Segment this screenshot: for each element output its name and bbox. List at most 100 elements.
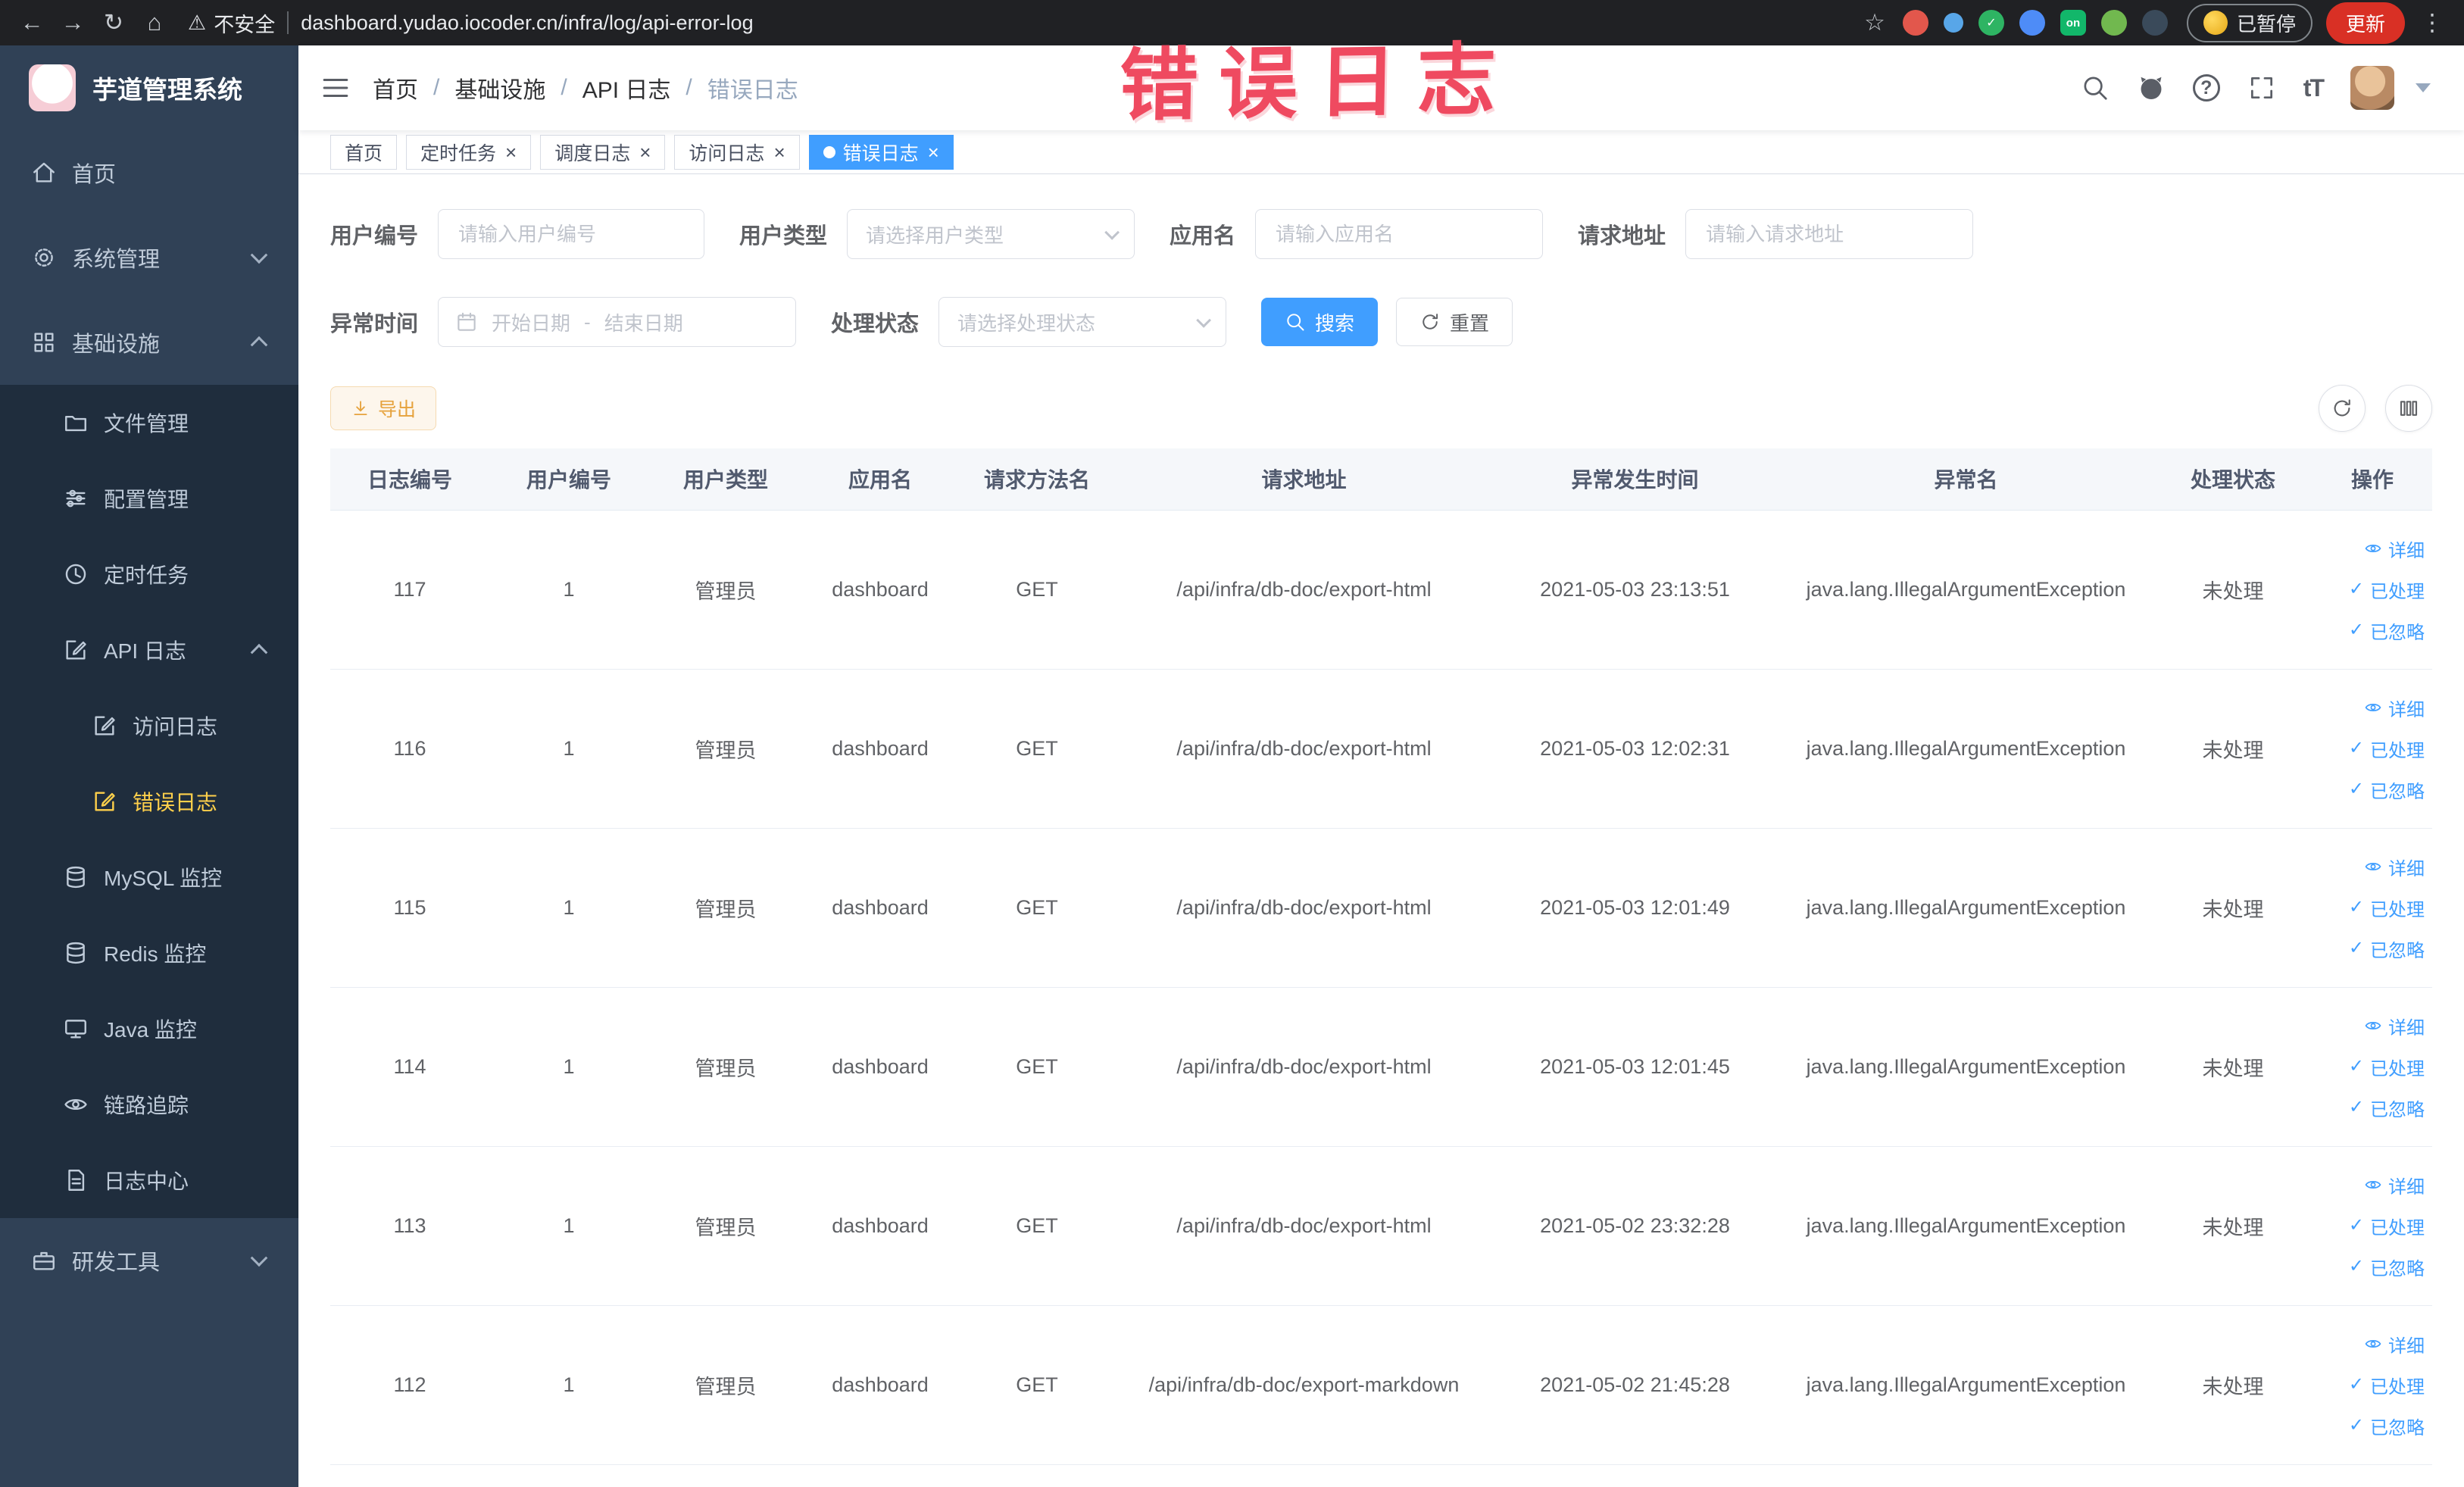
font-size-icon[interactable]: tT [2303,74,2325,102]
user-type-select[interactable]: 请选择用户类型 [847,209,1135,259]
close-icon[interactable]: × [773,142,785,162]
extension-icon-green-leaf[interactable] [2100,10,2127,36]
reset-button[interactable]: 重置 [1396,298,1513,346]
sidebar-item-home[interactable]: 首页 [0,130,298,215]
row-action-detail[interactable]: 详细 [2313,687,2425,728]
main-panel: 首页 / 基础设施 / API 日志 / 错误日志 ? tT 首页 定时任务 ×… [298,45,2464,1487]
row-action-ignore[interactable]: ✓ 已忽略 [2313,769,2425,810]
url-text: dashboard.yudao.iocoder.cn/infra/log/api… [301,11,754,34]
close-icon[interactable]: × [928,142,939,162]
cell-exception-time: 2021-05-03 12:01:45 [1491,987,1779,1147]
header-search-icon[interactable] [2081,73,2110,102]
user-avatar[interactable] [2350,66,2394,110]
sidebar-item-java-monitor[interactable]: Java 监控 [0,991,298,1067]
bookmark-star-icon[interactable]: ☆ [1857,5,1893,41]
extension-icon-blue-grid[interactable] [2019,10,2045,36]
sidebar-item-scheduled-jobs[interactable]: 定时任务 [0,536,298,612]
table-columns-button[interactable] [2385,385,2432,432]
action-label: 已处理 [2370,1217,2425,1239]
extension-icon-red[interactable] [1902,10,1928,36]
cell-request-url: /api/infra/db-doc/export-html [1116,828,1491,988]
extension-icon-blue-dot[interactable] [1943,13,1963,33]
export-button[interactable]: 导出 [330,386,437,430]
col-user-id: 用户编号 [489,448,648,511]
row-action-ignore[interactable]: ✓ 已忽略 [2313,610,2425,651]
row-action-ignore[interactable]: ✓ 已忽略 [2313,1087,2425,1128]
cell-exception-time: 2021-05-02 23:32:28 [1491,1146,1779,1306]
back-icon[interactable]: ← [14,5,50,41]
row-action-detail[interactable]: 详细 [2313,1323,2425,1364]
row-action-detail[interactable]: 详细 [2313,528,2425,569]
tab-scheduled-jobs[interactable]: 定时任务 × [406,134,532,170]
extension-icon-paw[interactable] [2141,10,2168,36]
browser-update-button[interactable]: 更新 [2325,2,2405,44]
browser-menu-kebab-icon[interactable]: ⋮ [2414,5,2450,41]
hamburger-menu-icon[interactable] [320,72,351,104]
row-action-ignore[interactable]: ✓ 已忽略 [2313,1405,2425,1446]
app-name-input[interactable] [1255,209,1544,259]
address-bar[interactable]: ⚠ 不安全 dashboard.yudao.iocoder.cn/infra/l… [177,8,1852,38]
filter-row-2: 异常时间 开始日期 - 结束日期 处理状态 请选择处理状态 搜索 重置 [330,297,2432,347]
row-action-processed[interactable]: ✓ 已处理 [2313,1205,2425,1246]
sidebar-item-redis-monitor[interactable]: Redis 监控 [0,915,298,991]
request-url-input[interactable] [1685,209,1974,259]
tampermonkey-paused-chip[interactable]: 已暂停 [2186,3,2313,42]
reload-icon[interactable]: ↻ [95,5,132,41]
row-action-ignore[interactable]: ✓ 已忽略 [2313,1246,2425,1287]
row-action-processed[interactable]: ✓ 已处理 [2313,1364,2425,1405]
logo[interactable]: 芋道管理系统 [0,45,298,130]
cell-request-url: /api/infra/db-doc/export-html [1116,987,1491,1147]
sidebar-item-error-log[interactable]: 错误日志 [0,764,298,839]
row-action-detail[interactable]: 详细 [2313,1164,2425,1205]
extension-icon-green-check[interactable]: ✓ [1978,10,2004,36]
date-range-picker[interactable]: 开始日期 - 结束日期 [438,297,797,347]
tab-error-log[interactable]: 错误日志 × [808,134,954,170]
action-label: 已处理 [2370,581,2425,602]
tab-home[interactable]: 首页 [330,134,398,170]
close-icon[interactable]: × [505,142,517,162]
avatar-caret-icon[interactable] [2416,83,2431,92]
row-action-detail[interactable]: 详细 [2313,846,2425,887]
action-label: 已处理 [2370,899,2425,920]
row-action-detail[interactable]: 详细 [2313,1005,2425,1046]
tab-access-log[interactable]: 访问日志 × [674,134,800,170]
sidebar-item-access-log[interactable]: 访问日志 [0,688,298,764]
row-action-processed[interactable]: ✓ 已处理 [2313,728,2425,769]
sidebar-item-api-log[interactable]: API 日志 [0,612,298,688]
process-status-select[interactable]: 请选择处理状态 [938,297,1227,347]
col-method: 请求方法名 [957,448,1116,511]
sidebar-item-log-center[interactable]: 日志中心 [0,1142,298,1218]
check-icon: ✓ [2348,738,2364,758]
breadcrumb-item-infrastructure[interactable]: 基础设施 [454,71,545,105]
help-icon[interactable]: ? [2192,74,2220,102]
date-start-placeholder: 开始日期 [492,311,571,335]
user-id-input[interactable] [438,209,705,259]
breadcrumb-item-home[interactable]: 首页 [373,71,418,105]
tab-schedule-log[interactable]: 调度日志 × [540,134,666,170]
sidebar-item-system-management[interactable]: 系统管理 [0,215,298,300]
github-icon[interactable] [2137,73,2166,102]
row-action-ignore[interactable]: ✓ 已忽略 [2313,928,2425,969]
extension-icon-on-badge[interactable]: on [2060,10,2086,36]
cell-exception-name: java.lang.IllegalArgumentException [1779,987,2153,1147]
fullscreen-icon[interactable] [2247,73,2276,102]
cell-user-type: 管理员 [648,669,803,829]
sidebar-item-trace[interactable]: 链路追踪 [0,1067,298,1142]
row-action-processed[interactable]: ✓ 已处理 [2313,887,2425,928]
sidebar-item-dev-tools[interactable]: 研发工具 [0,1218,298,1303]
row-action-processed[interactable]: ✓ 已处理 [2313,1046,2425,1087]
breadcrumb-separator: / [685,75,692,100]
cell-status: 未处理 [2153,828,2313,988]
row-action-processed[interactable]: ✓ 已处理 [2313,569,2425,610]
sidebar-item-mysql-monitor[interactable]: MySQL 监控 [0,839,298,915]
sidebar-item-config-management[interactable]: 配置管理 [0,461,298,536]
sidebar-item-file-management[interactable]: 文件管理 [0,385,298,461]
forward-icon[interactable]: → [55,5,91,41]
table-refresh-button[interactable] [2319,385,2366,432]
breadcrumb-item-api-log[interactable]: API 日志 [582,71,671,105]
cell-app-name: dashboard [803,987,957,1147]
browser-home-icon[interactable]: ⌂ [136,5,173,41]
close-icon[interactable]: × [639,142,651,162]
search-button[interactable]: 搜索 [1261,298,1379,346]
sidebar-item-infrastructure[interactable]: 基础设施 [0,300,298,385]
